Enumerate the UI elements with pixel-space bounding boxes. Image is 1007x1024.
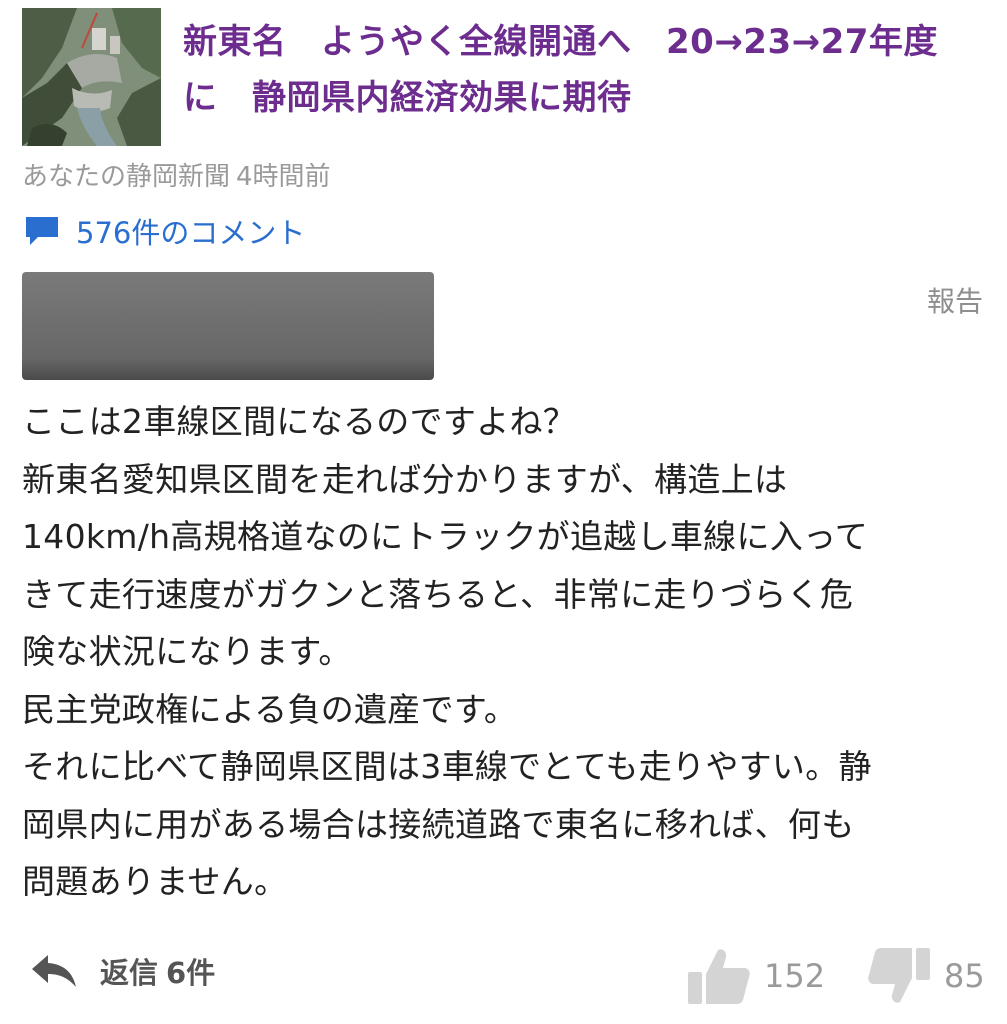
article-source: あなたの静岡新聞 — [22, 162, 231, 192]
article-title-line-1[interactable]: 新東名 ようやく全線開通へ 20→23→27年度 — [183, 14, 993, 70]
comment-line: 険な状況になります。 — [22, 632, 352, 671]
like-button[interactable]: 152 — [686, 946, 825, 1006]
dam-photo-image — [22, 8, 161, 146]
dislike-count: 85 — [944, 957, 985, 995]
article-time: 4時間前 — [236, 162, 331, 192]
article-title[interactable]: 新東名 ようやく全線開通へ 20→23→27年度 に 静岡県内経済効果に期待 — [183, 14, 993, 126]
thumbs-up-icon — [688, 949, 750, 1004]
comment-line: 問題ありません。 — [22, 862, 288, 901]
comment-count[interactable]: 576件のコメント — [76, 210, 305, 252]
like-count: 152 — [764, 957, 826, 995]
reply-arrow-icon — [32, 955, 76, 987]
article-title-line-2[interactable]: に 静岡県内経済効果に期待 — [183, 70, 993, 126]
comment-line: それに比べて静岡県区間は3車線でとても走りやすい。静 — [22, 747, 872, 786]
comment-line: 民主党政権による負の遺産です。 — [22, 689, 518, 729]
dislike-button[interactable]: 85 — [866, 946, 985, 1006]
reply-text: 返信 — [100, 956, 159, 990]
comment-footer: 返信 6件 152 85 — [22, 942, 992, 1012]
reply-button[interactable]: 返信 6件 — [30, 950, 215, 992]
comment-line: ここは2車線区間になるのですよね？ — [22, 402, 577, 441]
article-thumbnail[interactable] — [22, 8, 161, 146]
comment-line: 新東名愛知県区間を走れば分かりますが、構造上は — [22, 459, 788, 499]
redacted-username — [22, 272, 434, 380]
comment-line: きて走行速度がガクンと落ちると、非常に走りづらく危 — [22, 574, 854, 614]
comment-line: 岡県内に用がある場合は接続道路で東名に移れば、何も — [22, 804, 855, 844]
comment-line: 140km/h高規格道なのにトラックが追越し車線に入って — [22, 517, 869, 556]
comments-link[interactable]: 576件のコメント — [22, 210, 305, 252]
article-header[interactable]: 新東名 ようやく全線開通へ 20→23→27年度 に 静岡県内経済効果に期待 — [22, 8, 992, 148]
reply-label[interactable]: 返信 6件 — [100, 950, 215, 992]
article-meta: あなたの静岡新聞 4時間前 — [22, 156, 337, 193]
comment-body: ここは2車線区間になるのですよね？ 新東名愛知県区間を走れば分かりますが、構造上… — [22, 393, 972, 911]
speech-bubble-icon — [26, 217, 58, 245]
report-button[interactable]: 報告 — [927, 280, 983, 320]
thumbs-down-icon — [868, 948, 930, 1003]
reply-count: 6件 — [166, 956, 216, 990]
